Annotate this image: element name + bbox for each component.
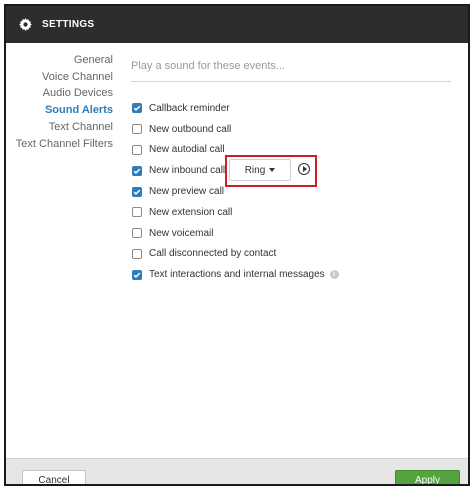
checkbox-new-inbound-call[interactable] <box>132 165 142 176</box>
sidebar-item-general[interactable]: General <box>6 52 113 69</box>
play-icon[interactable] <box>298 163 310 175</box>
dialog-header: SETTINGS <box>6 6 468 43</box>
event-row-new-outbound-call: New outbound call <box>132 119 462 140</box>
event-row-new-inbound-call: New inbound call <box>132 160 462 181</box>
event-label: New inbound call <box>149 165 226 177</box>
section-hint: Play a sound for these events... <box>131 58 451 82</box>
settings-dialog: SETTINGS General Voice Channel Audio Dev… <box>4 4 470 486</box>
event-row-callback-reminder: Callback reminder <box>132 98 462 119</box>
event-label: New preview call <box>149 186 225 198</box>
checkbox-text-interactions[interactable] <box>132 269 142 280</box>
dialog-title: SETTINGS <box>42 19 95 30</box>
event-list: Callback reminder New outbound call New … <box>132 98 462 285</box>
checkbox-new-extension-call[interactable] <box>132 207 142 218</box>
event-label: New outbound call <box>149 123 232 135</box>
check-icon <box>133 189 141 195</box>
sidebar-item-text-channel-filters[interactable]: Text Channel Filters <box>6 136 113 153</box>
event-label: Text interactions and internal messages <box>149 269 325 281</box>
checkbox-new-preview-call[interactable] <box>132 186 142 197</box>
event-row-new-autodial-call: New autodial call <box>132 140 462 161</box>
event-row-text-interactions: Text interactions and internal messages … <box>132 264 462 285</box>
sound-alerts-panel: Play a sound for these events... <box>131 58 461 82</box>
caret-down-icon <box>269 168 276 172</box>
event-label: New voicemail <box>149 227 214 239</box>
event-row-new-extension-call: New extension call <box>132 202 462 223</box>
event-row-new-voicemail: New voicemail <box>132 223 462 244</box>
checkbox-callback-reminder[interactable] <box>132 103 142 114</box>
check-icon <box>133 168 141 174</box>
checkbox-new-voicemail[interactable] <box>132 228 142 239</box>
play-triangle <box>302 166 307 172</box>
sidebar-item-voice-channel[interactable]: Voice Channel <box>6 69 113 86</box>
info-icon[interactable]: i <box>329 270 339 280</box>
event-row-call-disconnected: Call disconnected by contact <box>132 244 462 265</box>
event-label: New autodial call <box>149 144 225 156</box>
dialog-footer: Cancel Apply <box>6 458 468 484</box>
sound-dropdown-value: Ring <box>244 164 266 176</box>
event-label: New extension call <box>149 206 233 218</box>
settings-sidebar: General Voice Channel Audio Devices Soun… <box>6 52 113 152</box>
sidebar-item-sound-alerts[interactable]: Sound Alerts <box>6 102 113 119</box>
checkbox-new-outbound-call[interactable] <box>132 124 142 135</box>
cancel-button[interactable]: Cancel <box>22 470 86 484</box>
sound-dropdown[interactable]: Ring <box>229 159 291 181</box>
event-label: Call disconnected by contact <box>149 248 277 260</box>
check-icon <box>133 105 141 112</box>
sidebar-item-audio-devices[interactable]: Audio Devices <box>6 85 113 102</box>
checkbox-new-autodial-call[interactable] <box>132 144 142 155</box>
apply-button[interactable]: Apply <box>395 470 460 484</box>
gear-icon <box>18 18 32 32</box>
check-icon <box>133 272 141 278</box>
event-row-new-preview-call: New preview call <box>132 181 462 202</box>
sidebar-item-text-channel[interactable]: Text Channel <box>6 119 113 136</box>
checkbox-call-disconnected[interactable] <box>132 248 142 259</box>
event-label: Callback reminder <box>149 102 230 114</box>
